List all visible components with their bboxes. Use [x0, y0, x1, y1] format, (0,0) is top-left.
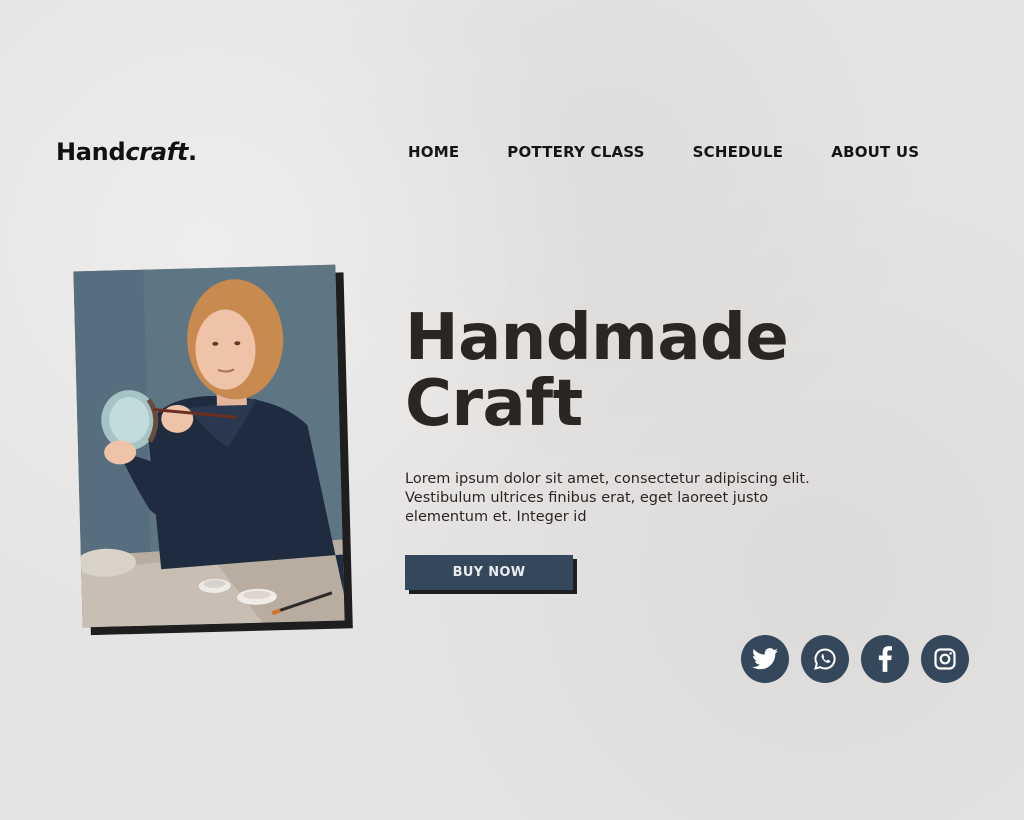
social-whatsapp[interactable]	[801, 635, 849, 683]
whatsapp-icon	[814, 648, 836, 670]
brand-logo[interactable]: Handcraft.	[56, 138, 197, 166]
social-links	[741, 635, 969, 683]
logo-dot: .	[188, 138, 197, 166]
social-facebook[interactable]	[861, 635, 909, 683]
hero-title-line1: Handmade	[405, 301, 789, 375]
nav-home[interactable]: HOME	[408, 143, 459, 161]
hero-photo	[73, 264, 345, 628]
social-instagram[interactable]	[921, 635, 969, 683]
facebook-icon	[878, 646, 892, 672]
buy-now-button[interactable]: BUY NOW	[405, 555, 573, 590]
nav-pottery-class[interactable]: POTTERY CLASS	[507, 143, 644, 161]
hero-title-line2: Craft	[405, 367, 583, 441]
pottery-artist-image	[73, 264, 345, 628]
logo-bold: Hand	[56, 138, 126, 166]
nav-about-us[interactable]: ABOUT US	[831, 143, 919, 161]
twitter-icon	[752, 648, 778, 670]
nav-schedule[interactable]: SCHEDULE	[693, 143, 784, 161]
social-twitter[interactable]	[741, 635, 789, 683]
hero-title: Handmade Craft	[405, 301, 789, 441]
main-nav: HOME POTTERY CLASS SCHEDULE ABOUT US	[408, 143, 919, 161]
instagram-icon	[934, 648, 956, 670]
logo-italic: craft	[125, 138, 189, 166]
hero-description: Lorem ipsum dolor sit amet, consectetur …	[405, 471, 810, 525]
